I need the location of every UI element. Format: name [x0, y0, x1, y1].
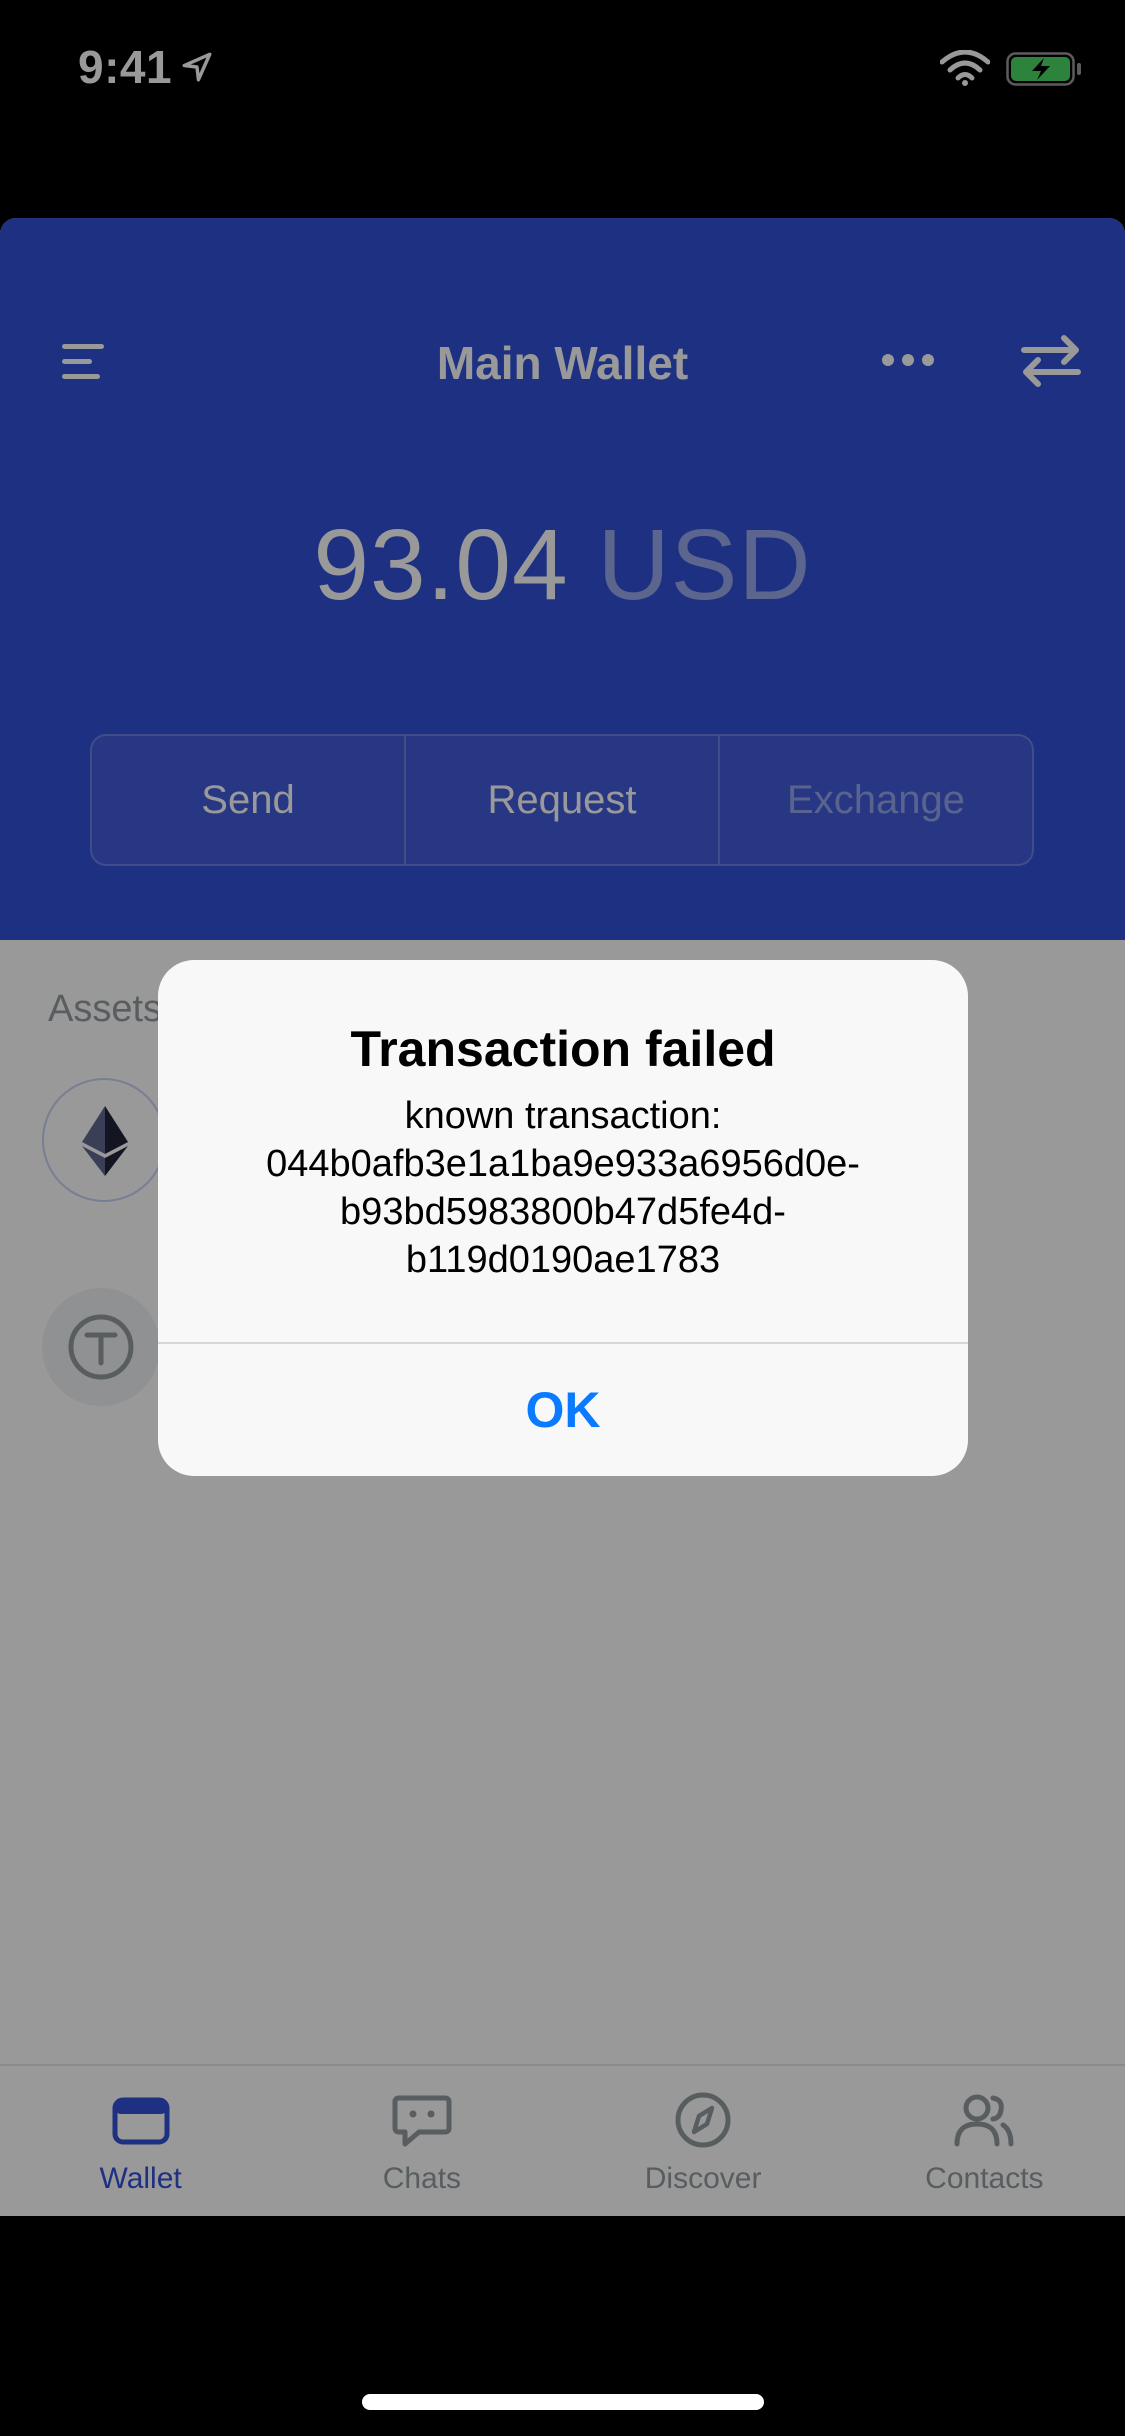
- ok-button[interactable]: OK: [158, 1344, 968, 1476]
- screen: 9:41 Main Wallet 93.04 USD Send Request …: [0, 0, 1125, 2436]
- alert-title: Transaction failed: [350, 1021, 776, 1077]
- home-indicator[interactable]: [362, 2394, 764, 2410]
- alert-message-line: b93bd5983800b47d5fe4d-: [340, 1191, 786, 1233]
- alert-message-line: b119d0190ae1783: [405, 1239, 721, 1281]
- alert-message: known transaction: 044b0afb3e1a1ba9e933a…: [198, 1092, 928, 1284]
- alert-message-line: known transaction:: [404, 1095, 722, 1137]
- alert-message-line: 044b0afb3e1a1ba9e933a6956d0e-: [266, 1143, 860, 1185]
- alert-dialog: Transaction failed known transaction: 04…: [158, 960, 968, 1476]
